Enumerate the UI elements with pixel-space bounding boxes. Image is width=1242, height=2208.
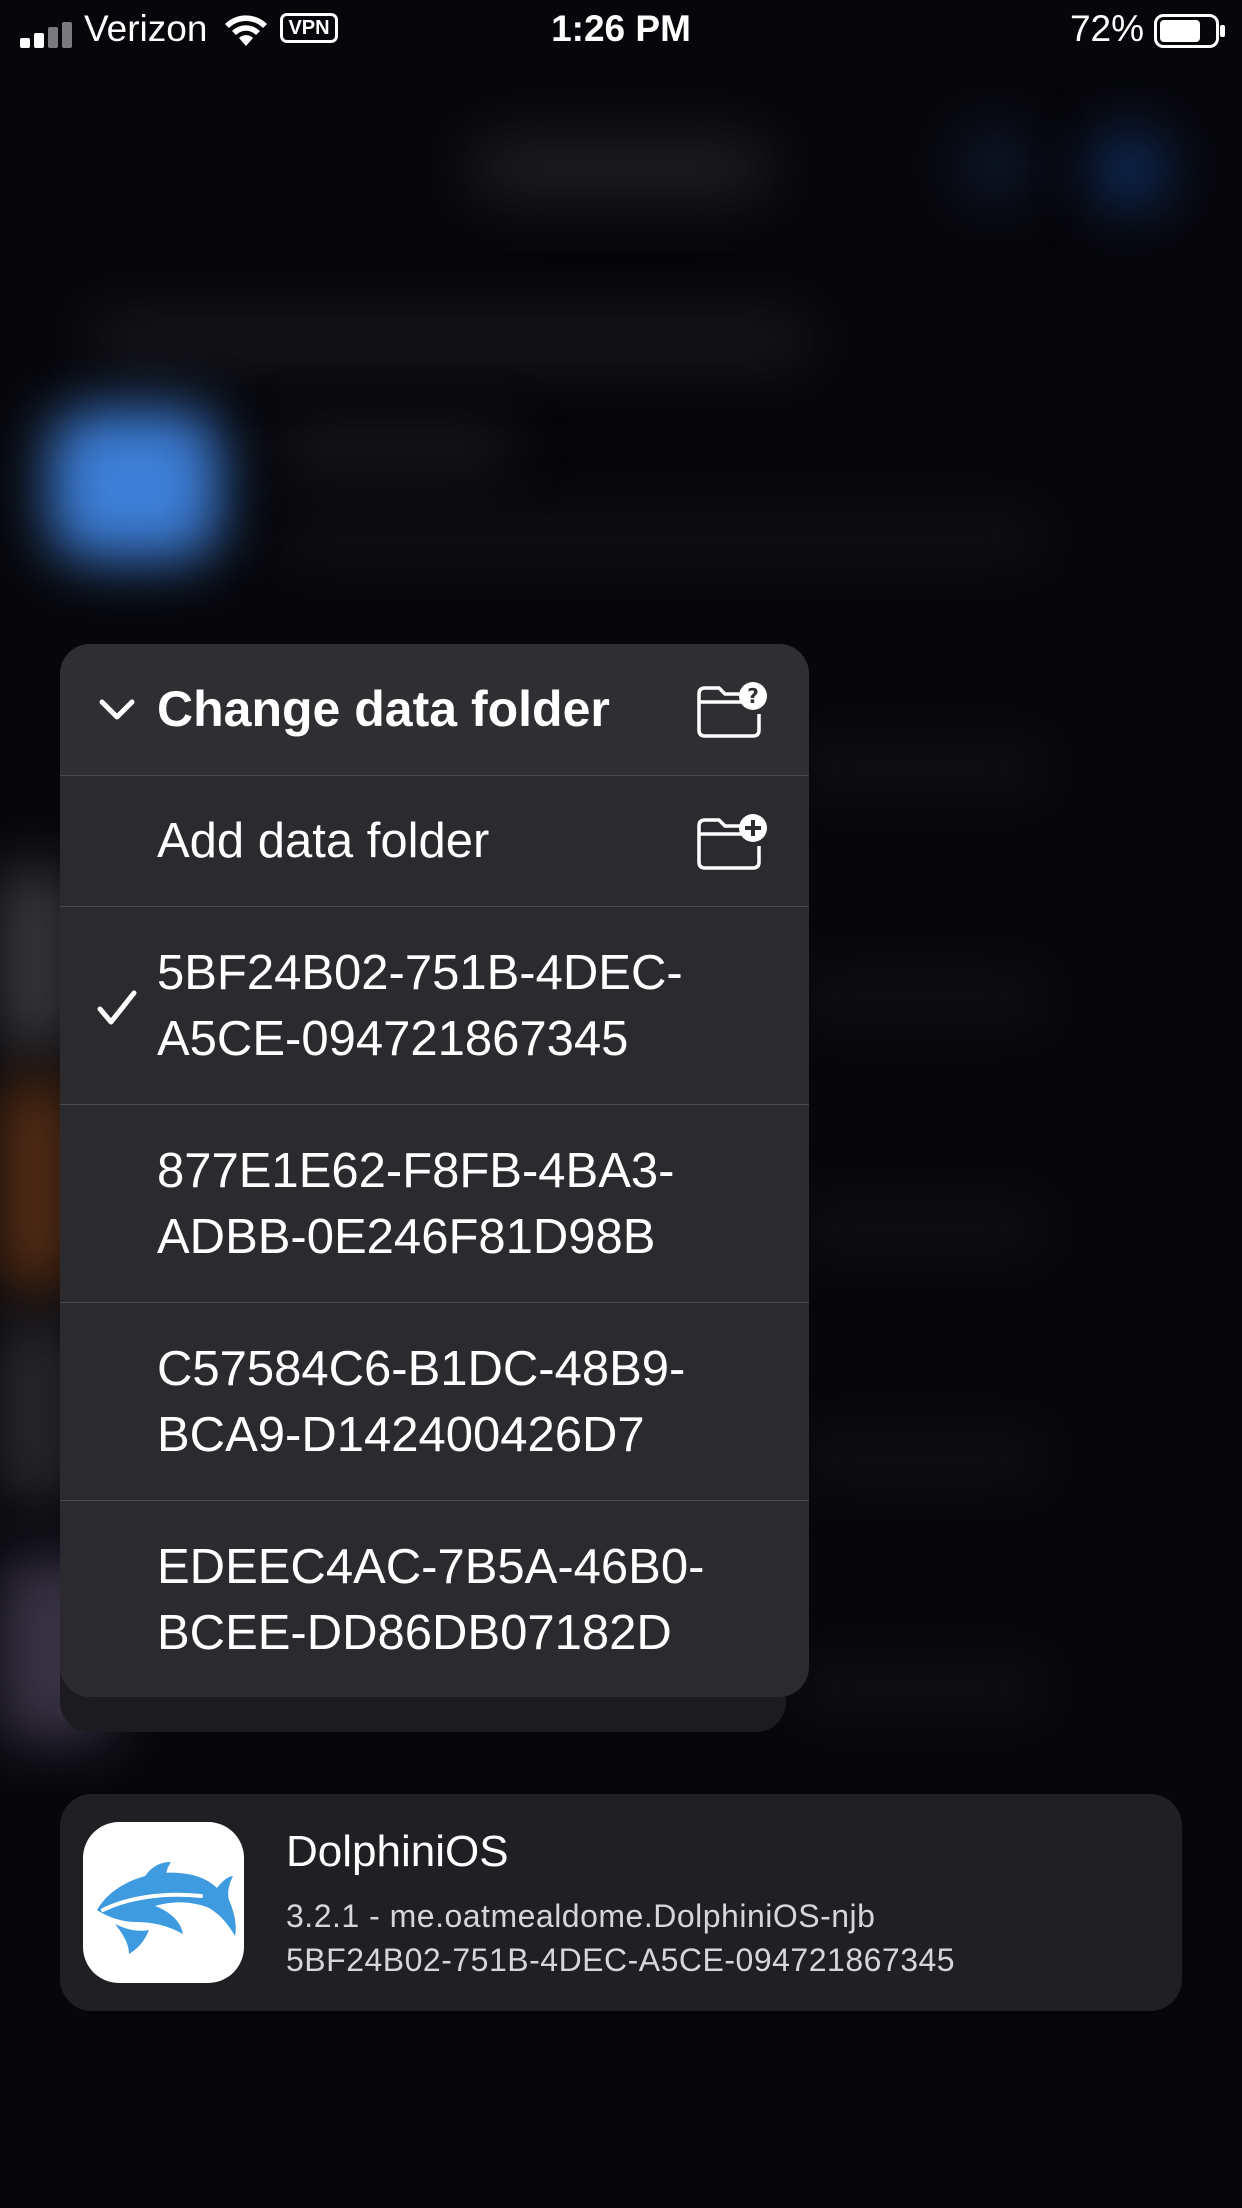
app-icon	[83, 1822, 244, 1983]
context-menu: Change data folder ? Add data folder 5BF…	[60, 644, 809, 1697]
svg-text:?: ?	[747, 684, 759, 708]
data-folder-id: EDEEC4AC-7B5A-46B0- BCEE-DD86DB07182D	[157, 1540, 705, 1660]
checkmark-icon	[97, 990, 137, 1025]
data-folder-item[interactable]: 877E1E62-F8FB-4BA3- ADBB-0E246F81D98B	[60, 1105, 809, 1303]
add-data-folder-item[interactable]: Add data folder	[60, 776, 809, 907]
clock: 1:26 PM	[551, 8, 691, 49]
status-bar: Verizon VPN 1:26 PM 72%	[0, 0, 1242, 62]
data-folder-item[interactable]: C57584C6-B1DC-48B9- BCA9-D142400426D7	[60, 1303, 809, 1501]
app-version-bundle: 3.2.1 - me.oatmealdome.DolphiniOS-njb	[286, 1898, 876, 1934]
add-data-folder-label: Add data folder	[157, 814, 490, 868]
data-folder-item[interactable]: 5BF24B02-751B-4DEC- A5CE-094721867345	[60, 907, 809, 1105]
folder-plus-icon	[697, 814, 767, 870]
app-container-id: 5BF24B02-751B-4DEC-A5CE-094721867345	[286, 1942, 956, 1978]
menu-header-label: Change data folder	[157, 681, 610, 737]
battery-percent: 72%	[1069, 8, 1144, 49]
data-folder-id: 5BF24B02-751B-4DEC- A5CE-094721867345	[157, 946, 683, 1066]
folder-question-icon: ?	[697, 682, 767, 738]
dolphin-icon	[97, 1862, 236, 1954]
chevron-down-icon	[99, 699, 135, 720]
battery-icon	[1154, 14, 1225, 48]
data-folder-item[interactable]: EDEEC4AC-7B5A-46B0- BCEE-DD86DB07182D	[60, 1501, 809, 1697]
change-data-folder-header[interactable]: Change data folder ?	[60, 644, 809, 776]
app-details: 3.2.1 - me.oatmealdome.DolphiniOS-njb 5B…	[286, 1894, 955, 1982]
app-name: DolphiniOS	[286, 1827, 509, 1876]
data-folder-id: 877E1E62-F8FB-4BA3- ADBB-0E246F81D98B	[157, 1144, 675, 1264]
app-preview-card[interactable]: DolphiniOS 3.2.1 - me.oatmealdome.Dolphi…	[60, 1794, 1182, 2011]
data-folder-id: C57584C6-B1DC-48B9- BCA9-D142400426D7	[157, 1342, 686, 1462]
